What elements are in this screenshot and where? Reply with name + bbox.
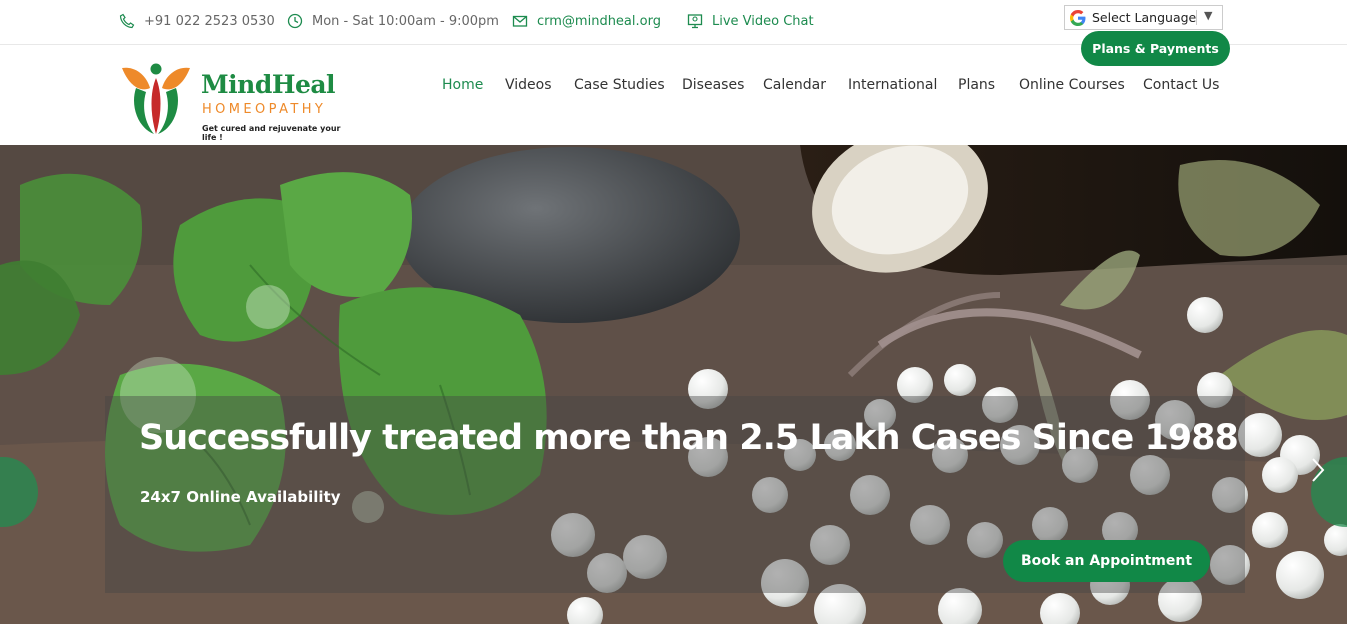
chevron-right-icon <box>1312 458 1325 482</box>
video-chat-icon <box>687 14 703 29</box>
nav-item-calendar[interactable]: Calendar <box>763 77 826 93</box>
nav-item-diseases[interactable]: Diseases <box>682 77 744 93</box>
plans-payments-button[interactable]: Plans & Payments <box>1081 31 1230 66</box>
logo-title: MindHeal <box>201 70 336 99</box>
hero-caption: Successfully treated more than 2.5 Lakh … <box>105 396 1245 593</box>
nav-item-home[interactable]: Home <box>442 77 483 93</box>
language-select-label[interactable]: Select Language <box>1092 10 1196 25</box>
nav-item-international[interactable]: International <box>848 77 937 93</box>
language-select[interactable]: Select Language ▼ <box>1064 5 1223 30</box>
google-icon <box>1070 9 1086 26</box>
hero-slider: Successfully treated more than 2.5 Lakh … <box>0 145 1347 624</box>
hours-info: Mon - Sat 10:00am - 9:00pm <box>287 13 499 29</box>
dropdown-arrow-icon[interactable]: ▼ <box>1204 9 1212 22</box>
live-video-chat-link[interactable]: Live Video Chat <box>687 13 814 29</box>
hero-headline: Successfully treated more than 2.5 Lakh … <box>139 418 1239 458</box>
divider <box>1196 10 1197 25</box>
video-chat-label[interactable]: Live Video Chat <box>712 14 814 29</box>
envelope-icon <box>512 15 528 27</box>
clock-icon <box>287 13 303 29</box>
phone-contact[interactable]: +91 022 2523 0530 <box>119 13 275 29</box>
top-bar: +91 022 2523 0530 Mon - Sat 10:00am - 9:… <box>0 0 1347 66</box>
phone-number[interactable]: +91 022 2523 0530 <box>144 14 275 29</box>
logo[interactable]: MindHeal HOMEOPATHY Get cured and rejuve… <box>120 62 350 142</box>
nav-item-contact-us[interactable]: Contact Us <box>1143 77 1219 93</box>
book-appointment-button[interactable]: Book an Appointment <box>1003 540 1210 582</box>
logo-subtitle: HOMEOPATHY <box>202 102 327 117</box>
nav-item-online-courses[interactable]: Online Courses <box>1019 77 1125 93</box>
nav-item-videos[interactable]: Videos <box>505 77 552 93</box>
phone-icon <box>119 13 135 29</box>
email-link[interactable]: crm@mindheal.org <box>537 14 661 29</box>
logo-tagline: Get cured and rejuvenate your life ! <box>202 124 341 142</box>
hero-subline: 24x7 Online Availability <box>140 488 341 506</box>
nav-item-plans[interactable]: Plans <box>958 77 995 93</box>
logo-mark-icon <box>122 63 190 134</box>
email-contact[interactable]: crm@mindheal.org <box>512 13 661 29</box>
nav-item-case-studies[interactable]: Case Studies <box>574 77 665 93</box>
opening-hours: Mon - Sat 10:00am - 9:00pm <box>312 13 499 29</box>
